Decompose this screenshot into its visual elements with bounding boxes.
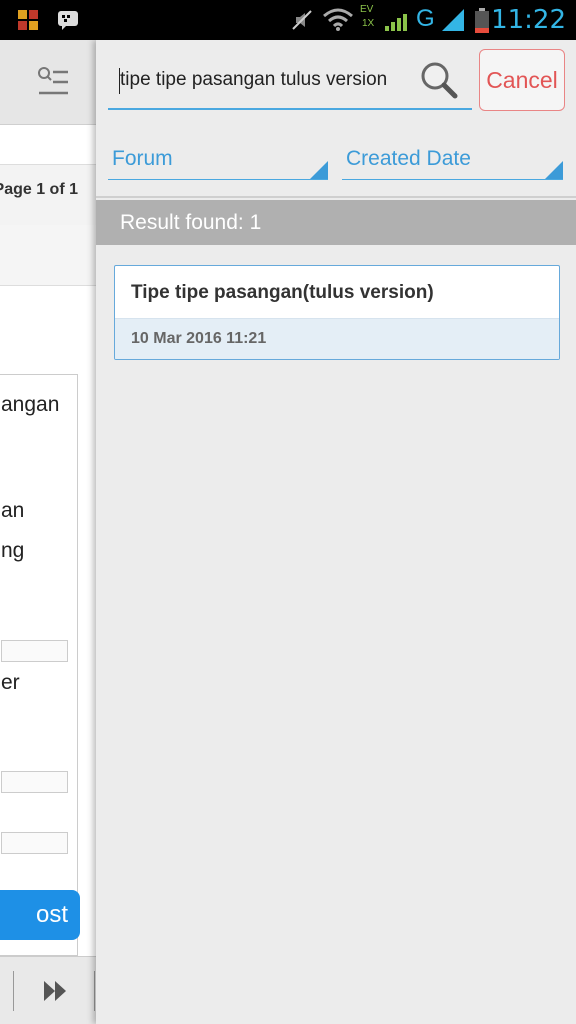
bbm-icon — [58, 11, 78, 30]
fragment-text: an — [1, 499, 25, 522]
post-button-label: ost — [35, 901, 68, 928]
page-info: Page 1 of 1 — [0, 164, 96, 226]
onex-label: 1X — [362, 18, 375, 29]
fragment-text: angan — [1, 393, 60, 416]
ev-label: EV — [360, 4, 374, 15]
left-background-panel: Page 1 of 1 angan an ng er ost — [0, 40, 96, 1024]
search-panel: tipe tipe pasangan tulus version Cancel … — [96, 40, 576, 1024]
search-input-value: tipe tipe pasangan tulus version — [120, 69, 388, 90]
left-bottom-bar — [0, 956, 96, 1024]
result-title: Tipe tipe pasangan(tulus version) — [131, 282, 434, 303]
signal-icon — [385, 14, 407, 31]
status-bar: EV 1X G 11:22 — [0, 0, 576, 40]
fragment-text: er — [1, 671, 20, 694]
search-icon[interactable] — [416, 58, 462, 104]
divider — [96, 196, 576, 198]
created-date-filter-label: Created Date — [346, 147, 471, 170]
clock: 11:22 — [491, 5, 566, 35]
wifi-icon — [323, 8, 353, 31]
left-content-box: angan an ng er — [0, 374, 78, 956]
forum-filter-label: Forum — [112, 147, 173, 170]
left-toolbar — [0, 40, 96, 125]
mute-icon — [292, 10, 312, 30]
created-date-filter-dropdown[interactable]: Created Date — [342, 143, 563, 180]
result-summary-bar: Result found: 1 — [96, 200, 576, 245]
fast-forward-icon[interactable] — [42, 979, 70, 1003]
dropdown-triangle-icon — [310, 161, 328, 179]
network-label: G — [416, 5, 435, 32]
bottom-divider — [13, 971, 14, 1011]
cancel-button[interactable]: Cancel — [479, 49, 565, 111]
result-date: 10 Mar 2016 11:21 — [131, 330, 267, 347]
forum-filter-dropdown[interactable]: Forum — [108, 143, 328, 180]
signal-strength-icon — [442, 9, 464, 31]
left-input-field[interactable] — [1, 832, 68, 854]
app-grid-icon — [18, 10, 38, 30]
battery-icon — [475, 8, 489, 33]
bottom-divider — [94, 971, 95, 1011]
result-date-row: 10 Mar 2016 11:21 — [115, 318, 559, 359]
result-item[interactable]: Tipe tipe pasangan(tulus version) 10 Mar… — [114, 265, 560, 360]
page-info-text: Page 1 of 1 — [0, 181, 78, 198]
result-count: Result found: 1 — [120, 211, 262, 234]
search-list-icon[interactable] — [36, 66, 70, 98]
left-input-field[interactable] — [1, 771, 68, 793]
left-input-field[interactable] — [1, 640, 68, 662]
dropdown-triangle-icon — [545, 161, 563, 179]
left-strip — [0, 225, 96, 286]
post-button[interactable]: ost — [0, 890, 80, 940]
fragment-text: ng — [1, 539, 25, 562]
